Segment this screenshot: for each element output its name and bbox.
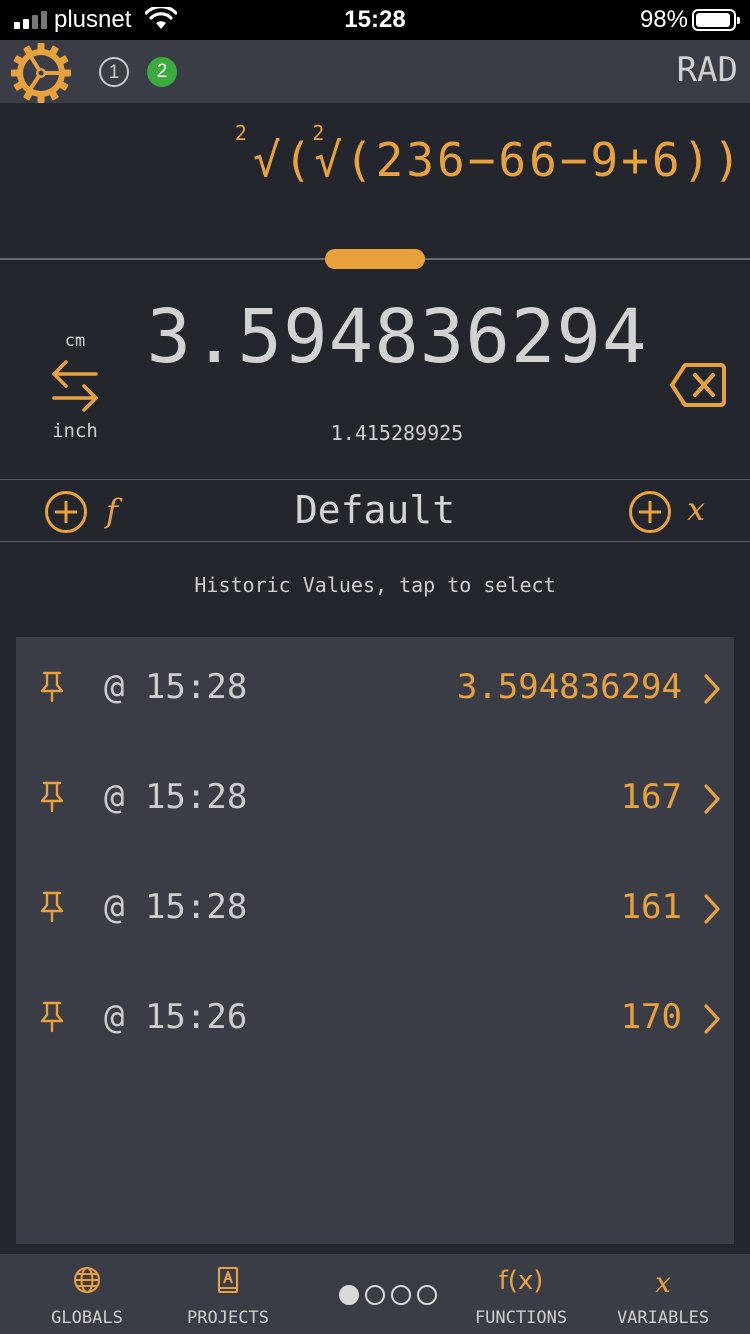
inner-root-index: 2 [312, 121, 328, 145]
project-badge-1[interactable]: 1 [99, 57, 129, 87]
chevron-right-icon [704, 674, 720, 704]
expression-display[interactable]: 2 √(2 √(236−66−9+6)) [0, 103, 750, 260]
add-variable-icon[interactable] [628, 490, 672, 534]
status-bar: plusnet 15:28 98% [0, 0, 750, 40]
history-value: 3.594836294 [456, 667, 682, 707]
outer-root-index: 2 [234, 121, 250, 145]
tab-globals[interactable]: GLOBALS [22, 1254, 152, 1334]
backspace-icon[interactable] [669, 362, 727, 408]
chevron-right-icon [704, 1004, 720, 1034]
pin-icon[interactable] [40, 671, 64, 703]
history-time: @ 15:26 [104, 997, 248, 1037]
project-bar: f Default x [0, 479, 750, 542]
page-dot [391, 1285, 411, 1305]
variable-icon: x [655, 1266, 671, 1299]
chevron-right-icon [704, 894, 720, 924]
tab-variables[interactable]: x VARIABLES [598, 1254, 728, 1334]
history-value: 170 [620, 997, 682, 1037]
battery-fill [696, 13, 730, 27]
tab-variables-label: VARIABLES [616, 1308, 710, 1328]
history-item[interactable]: @ 15:28 167 [16, 747, 734, 857]
history-time: @ 15:28 [104, 887, 248, 927]
tab-projects-label: PROJECTS [187, 1308, 269, 1328]
page-dot [365, 1285, 385, 1305]
history-time: @ 15:28 [104, 667, 248, 707]
gear-icon[interactable] [10, 42, 72, 104]
drag-handle[interactable] [325, 249, 425, 269]
page-dot [417, 1285, 437, 1305]
converted-value: 1.415289925 [330, 421, 464, 445]
history-caption: Historic Values, tap to select [194, 573, 556, 597]
history-value: 161 [620, 887, 682, 927]
history-item[interactable]: @ 15:28 3.594836294 [16, 637, 734, 747]
chevron-right-icon [704, 784, 720, 814]
battery-percentage: 98% [639, 6, 688, 33]
expression-text: 2 √(2 √(236−66−9+6)) [235, 121, 744, 187]
project-badge-2[interactable]: 2 [147, 57, 177, 87]
page-indicator[interactable] [337, 1284, 441, 1306]
history-item[interactable]: @ 15:28 161 [16, 857, 734, 967]
tab-projects[interactable]: PROJECTS [162, 1254, 294, 1334]
pin-icon[interactable] [40, 891, 64, 923]
status-time: 15:28 [344, 6, 406, 33]
history-list: @ 15:28 3.594836294 @ 15:28 167 @ 15:28 … [16, 637, 734, 1244]
battery-icon [692, 9, 740, 31]
expression-part-outer: √( [252, 133, 315, 187]
expression-part-inner: √(236−66−9+6)) [314, 133, 744, 187]
history-item[interactable]: @ 15:26 170 [16, 967, 734, 1077]
pin-icon[interactable] [40, 781, 64, 813]
pin-icon[interactable] [40, 1001, 64, 1033]
result-value[interactable]: 3.594836294 [0, 294, 750, 380]
page-dot-active [339, 1285, 359, 1305]
tab-globals-label: GLOBALS [51, 1308, 123, 1328]
tab-functions-label: FUNCTIONS [474, 1308, 568, 1328]
function-icon: f(x) [498, 1266, 544, 1296]
book-icon [218, 1267, 238, 1293]
history-time: @ 15:28 [104, 777, 248, 817]
tab-bar: GLOBALS PROJECTS f(x) FUNCTIONS x VARIAB… [0, 1254, 750, 1334]
angle-mode-toggle[interactable]: RAD [677, 50, 738, 90]
add-variable-label[interactable]: x [687, 490, 705, 528]
top-bar: 1 2 RAD [0, 40, 750, 103]
history-value: 167 [620, 777, 682, 817]
globe-icon [74, 1267, 100, 1293]
tab-functions[interactable]: f(x) FUNCTIONS [456, 1254, 586, 1334]
